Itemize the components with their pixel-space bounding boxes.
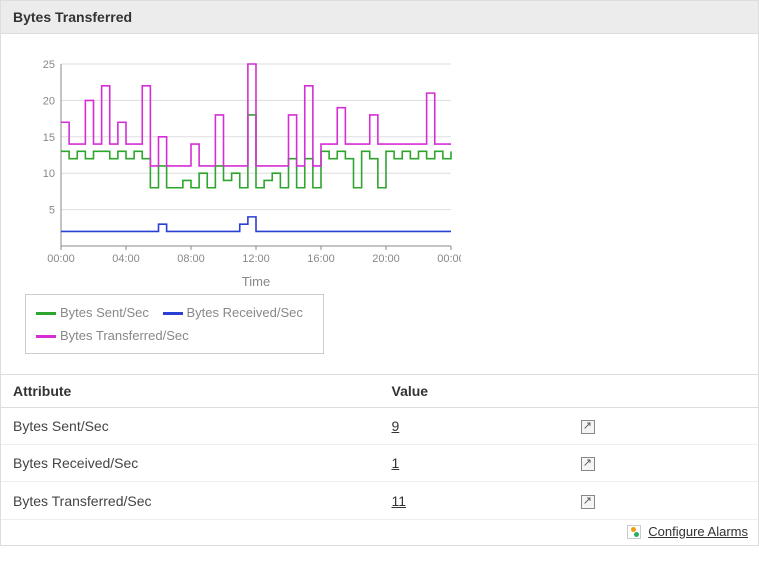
legend-swatch bbox=[36, 312, 56, 315]
panel-title: Bytes Transferred bbox=[1, 1, 758, 34]
table-row: Bytes Received/Sec 1 bbox=[1, 445, 758, 482]
legend-label: Bytes Received/Sec bbox=[187, 303, 303, 324]
svg-text:00:00: 00:00 bbox=[47, 253, 75, 265]
svg-text:20:00: 20:00 bbox=[372, 253, 400, 265]
chart-area: 5 10 15 20 25 00:00 04:00 08:00 12:00 16:00 20:00 0… bbox=[1, 34, 758, 364]
legend-swatch bbox=[36, 335, 56, 338]
svg-text:00:00: 00:00 bbox=[437, 253, 461, 265]
col-value: Value bbox=[380, 374, 569, 407]
svg-text:5: 5 bbox=[49, 205, 55, 217]
attr-name: Bytes Received/Sec bbox=[1, 445, 380, 482]
svg-text:16:00: 16:00 bbox=[307, 253, 335, 265]
svg-text:25: 25 bbox=[43, 59, 55, 71]
bytes-transferred-chart: 5 10 15 20 25 00:00 04:00 08:00 12:00 16:00 20:00 0… bbox=[21, 54, 461, 294]
svg-text:04:00: 04:00 bbox=[112, 253, 140, 265]
svg-text:Time: Time bbox=[242, 274, 270, 289]
table-header-row: Attribute Value bbox=[1, 374, 758, 407]
svg-text:10: 10 bbox=[43, 168, 55, 180]
popout-icon[interactable] bbox=[581, 420, 595, 434]
popout-icon[interactable] bbox=[581, 457, 595, 471]
configure-alarms-link[interactable]: Configure Alarms bbox=[648, 524, 748, 539]
svg-text:08:00: 08:00 bbox=[177, 253, 205, 265]
alarm-status-icon bbox=[627, 525, 641, 539]
table-row: Bytes Transferred/Sec 11 bbox=[1, 482, 758, 519]
legend-item-transferred: Bytes Transferred/Sec bbox=[36, 326, 189, 347]
svg-text:15: 15 bbox=[43, 132, 55, 144]
svg-text:12:00: 12:00 bbox=[242, 253, 270, 265]
legend-label: Bytes Transferred/Sec bbox=[60, 326, 189, 347]
col-attribute: Attribute bbox=[1, 374, 380, 407]
attr-name: Bytes Transferred/Sec bbox=[1, 482, 380, 519]
attr-name: Bytes Sent/Sec bbox=[1, 407, 380, 444]
legend-item-received: Bytes Received/Sec bbox=[163, 303, 303, 324]
attr-value-link[interactable]: 9 bbox=[392, 418, 400, 434]
popout-icon[interactable] bbox=[581, 495, 595, 509]
attr-value-link[interactable]: 1 bbox=[392, 455, 400, 471]
attribute-table: Attribute Value Bytes Sent/Sec 9 Bytes R… bbox=[1, 374, 758, 520]
legend-item-sent: Bytes Sent/Sec bbox=[36, 303, 149, 324]
table-row: Bytes Sent/Sec 9 bbox=[1, 407, 758, 444]
chart-legend: Bytes Sent/Sec Bytes Received/Sec Bytes … bbox=[25, 294, 324, 354]
panel-footer: Configure Alarms bbox=[1, 520, 758, 546]
legend-label: Bytes Sent/Sec bbox=[60, 303, 149, 324]
panel: Bytes Transferred 5 10 15 20 25 00:00 04:00 08:… bbox=[0, 0, 759, 546]
attr-value-link[interactable]: 11 bbox=[392, 493, 407, 509]
svg-text:20: 20 bbox=[43, 95, 55, 107]
col-actions bbox=[569, 374, 758, 407]
legend-swatch bbox=[163, 312, 183, 315]
